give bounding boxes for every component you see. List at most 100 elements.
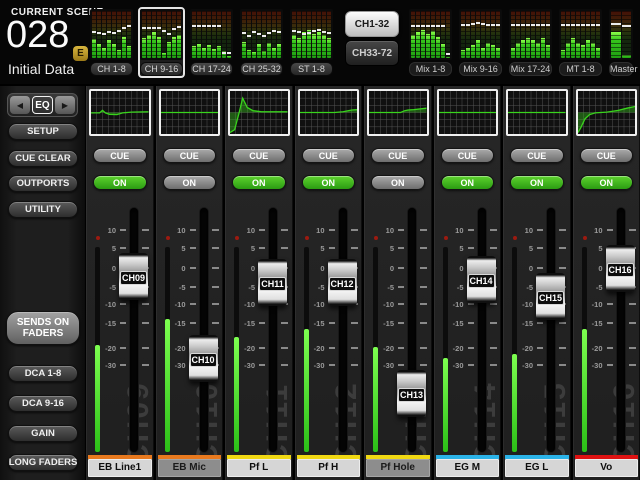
eq-thumbnail[interactable]	[89, 89, 151, 136]
mode-next-button[interactable]: ▶	[55, 96, 75, 114]
fader-track[interactable]	[478, 208, 486, 452]
eq-curve	[578, 91, 636, 134]
meter-bar-fill	[586, 40, 590, 58]
on-button[interactable]: ON	[510, 175, 564, 190]
fader-knob[interactable]: CH12	[328, 259, 357, 306]
scale-tick	[490, 347, 497, 349]
cue-button[interactable]: CUE	[510, 148, 564, 163]
channel-name-plate[interactable]: EB Line1	[88, 459, 152, 477]
mode-prev-button[interactable]: ◀	[10, 96, 30, 114]
fader-position-tick	[207, 25, 211, 27]
scale-tick	[351, 322, 358, 324]
input-meter-block-ch-9-16[interactable]: CH 9-16	[138, 7, 185, 78]
output-meter-block-mix-17-24[interactable]: Mix 17-24	[507, 7, 554, 78]
output-meter-block-master[interactable]: Master	[607, 7, 635, 78]
eq-curve	[161, 91, 219, 134]
on-button[interactable]: ON	[232, 175, 286, 190]
outports-button[interactable]: OUTPORTS	[8, 175, 78, 192]
fader-knob[interactable]: CH10	[189, 335, 218, 382]
output-meter-block-mt-1-8[interactable]: MT 1-8	[557, 7, 604, 78]
dca-9-16-button[interactable]: DCA 9-16	[8, 395, 78, 412]
output-meter-block-mix-1-8[interactable]: Mix 1-8	[407, 7, 454, 78]
fader-track[interactable]	[130, 208, 138, 452]
channel-name-plate[interactable]: Vo	[575, 459, 639, 477]
channel-name-plate[interactable]: EG L	[505, 459, 569, 477]
on-button[interactable]: ON	[302, 175, 356, 190]
fader-knob[interactable]: CH14	[467, 256, 496, 303]
right-arrow-icon: ▶	[62, 101, 68, 110]
eq-thumbnail[interactable]	[437, 89, 499, 136]
fader-scale-label: 0	[237, 264, 255, 273]
gain-button[interactable]: GAIN	[8, 425, 78, 442]
input-meter-block-ch-25-32[interactable]: CH 25-32	[238, 7, 285, 78]
input-meter-block-ch-17-24[interactable]: CH 17-24	[188, 7, 235, 78]
eq-thumbnail[interactable]	[159, 89, 221, 136]
eq-thumbnail[interactable]	[298, 89, 360, 136]
cue-button[interactable]: CUE	[580, 148, 634, 163]
meter-bars	[609, 9, 633, 60]
fader-position-tick	[272, 30, 276, 32]
clip-indicator	[374, 236, 378, 240]
channel-name-plate[interactable]: Pf H	[297, 459, 361, 477]
meter-bars	[290, 9, 333, 60]
meter-bar	[496, 11, 500, 58]
meter-bars	[559, 9, 602, 60]
fader-scale-label: -20	[446, 344, 464, 353]
channel-name-plate[interactable]: Pf Hole	[366, 459, 430, 477]
on-button[interactable]: ON	[441, 175, 495, 190]
meter-bar	[247, 11, 251, 58]
bank-button-ch33-72[interactable]: CH33-72	[345, 40, 399, 66]
channel-name-plate[interactable]: EB Mic	[158, 459, 222, 477]
on-button[interactable]: ON	[371, 175, 425, 190]
dca-1-8-button[interactable]: DCA 1-8	[8, 365, 78, 382]
cue-clear-button[interactable]: CUE CLEAR	[8, 150, 78, 167]
sends-on-faders-button[interactable]: SENDS ON FADERS	[6, 311, 80, 345]
fader-knob[interactable]: CH15	[536, 273, 565, 320]
input-meter-block-ch-1-8[interactable]: CH 1-8	[88, 7, 135, 78]
output-meter-block-mix-9-16[interactable]: Mix 9-16	[457, 7, 504, 78]
channel-name-plate[interactable]: Pf L	[227, 459, 291, 477]
cue-button[interactable]: CUE	[93, 148, 147, 163]
on-button[interactable]: ON	[93, 175, 147, 190]
meter-bar-fill	[486, 43, 490, 58]
cue-button[interactable]: CUE	[371, 148, 425, 163]
fader-knob[interactable]: CH09	[119, 253, 148, 300]
fader-scale-label: 0	[446, 264, 464, 273]
on-button[interactable]: ON	[163, 175, 217, 190]
fader-knob[interactable]: CH11	[258, 259, 287, 306]
fader-position-tick	[426, 25, 430, 27]
scale-tick	[420, 303, 427, 305]
scale-tick	[607, 364, 613, 366]
meter-bar-fill	[192, 46, 196, 58]
fader-position-tick	[521, 24, 525, 26]
eq-thumbnail[interactable]	[367, 89, 429, 136]
scale-tick	[490, 247, 497, 249]
fader-track[interactable]	[339, 208, 347, 452]
eq-thumbnail[interactable]	[576, 89, 638, 136]
eq-thumbnail[interactable]	[506, 89, 568, 136]
fader-position-tick	[202, 25, 206, 27]
bank-button-ch1-32[interactable]: CH1-32	[345, 11, 399, 37]
long-faders-button[interactable]: LONG FADERS	[8, 454, 78, 471]
meter-bar	[127, 11, 131, 58]
input-meter-block-st-1-8[interactable]: ST 1-8	[288, 7, 335, 78]
setup-button[interactable]: SETUP	[8, 123, 78, 140]
fader-track[interactable]	[269, 208, 277, 452]
eq-thumbnail[interactable]	[228, 89, 290, 136]
cue-button[interactable]: CUE	[441, 148, 495, 163]
channel-name-plate[interactable]: EG M	[436, 459, 500, 477]
meter-bar-fill	[112, 44, 116, 58]
fader-knob[interactable]: CH13	[397, 370, 426, 417]
fader-track[interactable]	[200, 208, 208, 452]
fader-knob[interactable]: CH16	[606, 245, 635, 292]
scale-tick	[190, 229, 196, 231]
fader-scale-label: 10	[515, 226, 533, 235]
cue-button[interactable]: CUE	[232, 148, 286, 163]
on-button[interactable]: ON	[580, 175, 634, 190]
cue-button[interactable]: CUE	[302, 148, 356, 163]
fader-track[interactable]	[547, 208, 555, 452]
cue-button[interactable]: CUE	[163, 148, 217, 163]
utility-button[interactable]: UTILITY	[8, 201, 78, 218]
fader-position-tick	[102, 33, 106, 35]
meter-bar-fill	[172, 37, 176, 58]
